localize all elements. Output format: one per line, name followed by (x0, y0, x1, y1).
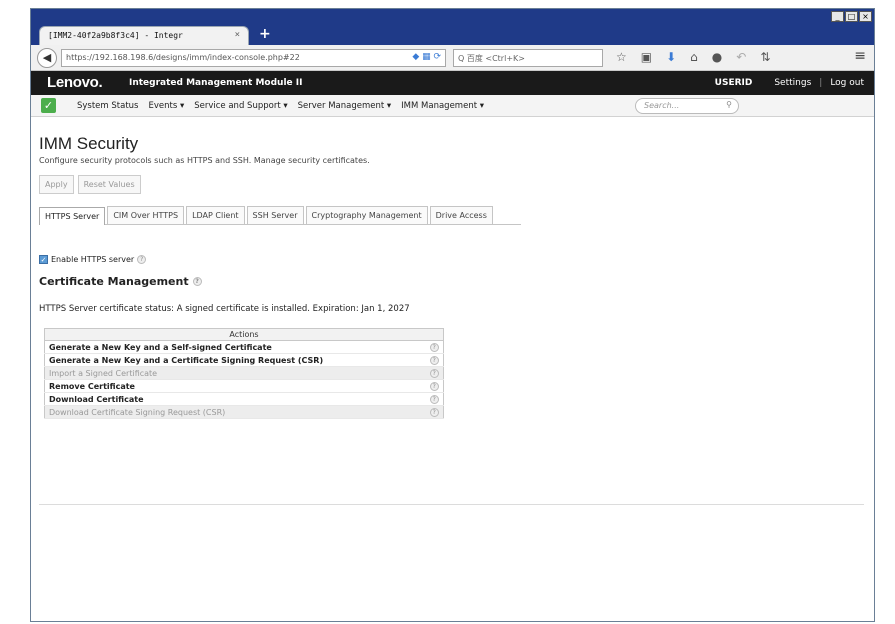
settings-link[interactable]: Settings (774, 78, 811, 88)
action-import-signed-certificate: Import a Signed Certificate (44, 366, 426, 380)
enable-https-checkbox[interactable]: ✓ (39, 255, 48, 264)
content-divider (39, 504, 864, 505)
help-icon[interactable]: ? (429, 408, 439, 417)
reset-values-button[interactable]: Reset Values (77, 175, 141, 194)
main-menu: ✓ System Status Events ▾ Service and Sup… (31, 95, 874, 117)
window-controls: _ □ × (831, 11, 872, 22)
page-content: IMM Security Configure security protocol… (39, 131, 859, 419)
header-separator: | (819, 78, 823, 88)
new-tab-button[interactable]: + (259, 26, 271, 42)
help-icon[interactable]: ? (429, 343, 439, 352)
undo-icon[interactable]: ↶ (736, 50, 746, 64)
menu-system-status[interactable]: System Status (77, 101, 138, 111)
tab-cryptography-management[interactable]: Cryptography Management (305, 206, 428, 224)
table-row[interactable]: Generate a New Key and a Certificate Sig… (44, 353, 444, 367)
actions-header: Actions (44, 328, 444, 341)
table-row: Import a Signed Certificate ? (44, 366, 444, 380)
clipboard-icon[interactable]: ▣ (641, 50, 652, 64)
action-download-csr: Download Certificate Signing Request (CS… (44, 405, 426, 419)
table-row: Download Certificate Signing Request (CS… (44, 405, 444, 419)
navigation-bar: ◀ https://192.168.198.6/designs/imm/inde… (31, 45, 874, 71)
actions-table: Actions Generate a New Key and a Self-si… (44, 328, 444, 419)
download-icon[interactable]: ⬇ (666, 50, 676, 64)
menu-events[interactable]: Events ▾ (148, 101, 184, 111)
tab-ssh-server[interactable]: SSH Server (246, 206, 304, 224)
menu-service-support[interactable]: Service and Support ▾ (194, 101, 287, 111)
help-icon[interactable]: ? (137, 255, 147, 264)
help-icon[interactable]: ? (429, 369, 439, 378)
status-check-icon[interactable]: ✓ (41, 98, 56, 113)
search-icon[interactable]: ⚲ (726, 100, 732, 109)
menu-server-management[interactable]: Server Management ▾ (298, 101, 392, 111)
help-icon[interactable]: ? (429, 395, 439, 404)
table-row[interactable]: Generate a New Key and a Self-signed Cer… (44, 340, 444, 354)
shield-icon[interactable]: ◆ ▦ ⟳ (412, 52, 441, 62)
menu-items: System Status Events ▾ Service and Suppo… (77, 101, 484, 111)
apply-button[interactable]: Apply (39, 175, 74, 194)
table-row[interactable]: Remove Certificate ? (44, 379, 444, 393)
action-buttons: Apply Reset Values (39, 175, 859, 194)
maximize-button[interactable]: □ (845, 11, 858, 22)
action-remove-certificate[interactable]: Remove Certificate (44, 379, 426, 393)
enable-https-row: ✓ Enable HTTPS server ? (39, 255, 859, 264)
imm-header: Lenovo. Integrated Management Module II … (31, 71, 874, 95)
url-input[interactable]: https://192.168.198.6/designs/imm/index-… (61, 49, 446, 67)
tab-title: [IMM2-40f2a9b8f3c4] - Integr (48, 31, 183, 40)
browser-window: [IMM2-40f2a9b8f3c4] - Integr × + _ □ × ◀… (30, 8, 875, 622)
minimize-button[interactable]: _ (831, 11, 844, 22)
page-title: IMM Security (39, 134, 139, 153)
action-download-certificate[interactable]: Download Certificate (44, 392, 426, 406)
menu-icon[interactable]: ≡ (854, 48, 866, 64)
table-row[interactable]: Download Certificate ? (44, 392, 444, 406)
action-generate-self-signed[interactable]: Generate a New Key and a Self-signed Cer… (44, 340, 426, 354)
back-arrow-icon[interactable]: ◀ (37, 48, 57, 68)
user-name: USERID (714, 78, 753, 88)
header-links: USERID Settings | Log out (715, 78, 864, 88)
page-description: Configure security protocols such as HTT… (39, 156, 370, 165)
product-name: Integrated Management Module II (129, 78, 303, 88)
lenovo-logo: Lenovo. (47, 74, 103, 91)
enable-https-label: Enable HTTPS server (51, 255, 135, 264)
certificate-status: HTTPS Server certificate status: A signe… (39, 304, 410, 314)
logout-link[interactable]: Log out (830, 78, 864, 88)
addon-icon[interactable]: ⇅ (760, 50, 770, 64)
security-tabs: HTTPS Server CIM Over HTTPS LDAP Client … (39, 206, 521, 225)
menu-imm-management[interactable]: IMM Management ▾ (401, 101, 484, 111)
action-generate-csr[interactable]: Generate a New Key and a Certificate Sig… (44, 353, 426, 367)
help-icon[interactable]: ? (429, 356, 439, 365)
url-text: https://192.168.198.6/designs/imm/index-… (66, 53, 300, 62)
tab-ldap-client[interactable]: LDAP Client (186, 206, 245, 224)
menu-search-input[interactable]: Search... ⚲ (635, 98, 739, 114)
star-icon[interactable]: ☆ (616, 50, 627, 64)
tab-cim-over-https[interactable]: CIM Over HTTPS (107, 206, 185, 224)
tab-close-icon[interactable]: × (235, 30, 240, 40)
help-icon[interactable]: ? (192, 277, 202, 286)
home-icon[interactable]: ⌂ (690, 50, 698, 64)
certificate-management-heading: Certificate Management ? (39, 275, 859, 288)
tab-drive-access[interactable]: Drive Access (429, 206, 493, 224)
browser-tab[interactable]: [IMM2-40f2a9b8f3c4] - Integr × (39, 26, 249, 45)
browser-search-input[interactable]: Q 百度 <Ctrl+K> (453, 49, 603, 67)
chat-icon[interactable]: ● (712, 50, 722, 64)
close-window-button[interactable]: × (859, 11, 872, 22)
title-bar: [IMM2-40f2a9b8f3c4] - Integr × + _ □ × (31, 9, 874, 45)
browser-toolbar: ☆ ▣ ⬇ ⌂ ● ↶ ⇅ (616, 50, 770, 64)
tab-https-server[interactable]: HTTPS Server (39, 207, 106, 225)
help-icon[interactable]: ? (429, 382, 439, 391)
section-title: Certificate Management (39, 275, 189, 288)
search-placeholder: Search... (644, 101, 680, 110)
